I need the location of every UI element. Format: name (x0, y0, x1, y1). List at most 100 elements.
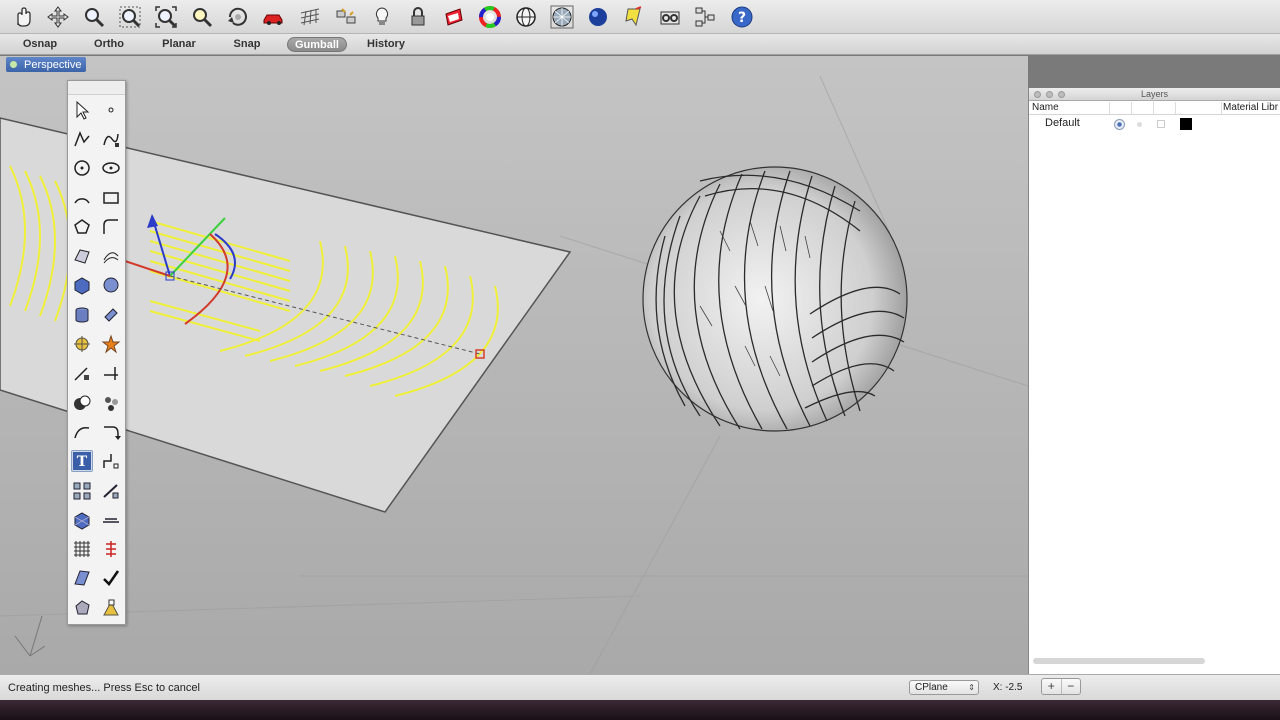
viewport-title: Perspective (24, 58, 82, 71)
mode-ortho-button[interactable]: Ortho (87, 37, 131, 52)
hand-pan-button[interactable] (4, 2, 40, 32)
remove-layer-button[interactable]: − (1062, 679, 1081, 694)
surface-tool-button[interactable] (71, 245, 93, 267)
contour-tool-button[interactable] (100, 538, 122, 560)
ellipse-tool-button[interactable] (100, 157, 122, 179)
extrude-tool-button[interactable] (100, 304, 122, 326)
polygon-tool-button[interactable] (71, 216, 93, 238)
layer-color-swatch[interactable] (1180, 118, 1192, 130)
rectangle-tool-button[interactable] (100, 187, 122, 209)
analysis-tool-button[interactable] (100, 392, 122, 414)
palette-row (68, 388, 125, 417)
layers-column-name: Name (1032, 102, 1059, 113)
layer-row[interactable]: Default (1029, 116, 1280, 132)
mode-osnap-button[interactable]: Osnap (18, 37, 62, 52)
circle-icon (74, 160, 90, 176)
trim-icon (74, 367, 90, 381)
point-tool-button[interactable] (100, 99, 122, 121)
polyline-tool-button[interactable] (71, 128, 93, 150)
palette-grip[interactable] (68, 81, 125, 95)
fillet-tool-button[interactable] (100, 216, 122, 238)
car-button[interactable] (256, 2, 292, 32)
mode-snap-button[interactable]: Snap (228, 37, 266, 52)
render-mesh-button[interactable] (544, 2, 580, 32)
check-icon (102, 570, 119, 587)
render-mesh-icon (550, 5, 574, 28)
grid-array-tool-button[interactable] (71, 538, 93, 560)
check-tool-button[interactable] (100, 567, 122, 589)
move-arrows-button[interactable] (40, 2, 76, 32)
layers-titlebar: Layers (1029, 88, 1280, 101)
material-library-tab[interactable]: Material Libr (1223, 101, 1278, 115)
dimension-tool-button[interactable] (100, 450, 122, 472)
select-arrow-tool-button[interactable] (71, 99, 93, 121)
viewport-scene[interactable] (0, 56, 1028, 674)
zoom-dot[interactable] (1058, 91, 1065, 98)
sweep-icon (103, 426, 121, 440)
boolean-tool-button[interactable] (71, 392, 93, 414)
array-tool-button[interactable] (71, 480, 93, 502)
cplane-value: CPlane (915, 682, 948, 693)
visibility-icon[interactable] (1137, 122, 1142, 127)
solid-edit-tool-button[interactable] (71, 567, 93, 589)
cylinder-tool-button[interactable] (71, 304, 93, 326)
zoom-selected-button[interactable] (184, 2, 220, 32)
render-solid-tool-button[interactable] (71, 597, 93, 619)
lock-toggle-icon[interactable] (1157, 120, 1165, 128)
lock-button[interactable] (400, 2, 436, 32)
curve-offset-tool-button[interactable] (71, 421, 93, 443)
box-solid-tool-button[interactable] (71, 274, 93, 296)
explode-tool-button[interactable] (100, 333, 122, 355)
network-button[interactable] (688, 2, 724, 32)
sphere-tool-button[interactable] (100, 274, 122, 296)
palette-row (68, 534, 125, 563)
split-icon (103, 367, 118, 381)
layers-horizontal-scrollbar[interactable] (1033, 658, 1279, 664)
circle-tool-button[interactable] (71, 157, 93, 179)
viewport-title-tab[interactable]: Perspective (6, 57, 86, 72)
layer-button[interactable] (436, 2, 472, 32)
grid-button[interactable] (292, 2, 328, 32)
split-tool-button[interactable] (100, 362, 122, 384)
named-views-button[interactable] (328, 2, 364, 32)
text-tool-button[interactable]: T (71, 450, 94, 473)
color-wheel-button[interactable] (472, 2, 508, 32)
sphere-render-button[interactable] (580, 2, 616, 32)
mode-history-button[interactable]: History (362, 37, 410, 52)
mode-gumball-button[interactable]: Gumball (287, 37, 347, 52)
bookmark-button[interactable] (616, 2, 652, 32)
globe-wireframe-button[interactable] (508, 2, 544, 32)
gear-puzzle-button[interactable] (652, 2, 688, 32)
current-layer-radio-icon[interactable] (1114, 119, 1125, 130)
perspective-viewport[interactable]: Perspective T (0, 56, 1028, 674)
loft-tool-button[interactable] (100, 245, 122, 267)
section-tool-button[interactable] (100, 509, 122, 531)
cplane-select[interactable]: CPlane ⇕ (909, 680, 979, 695)
mesh-tool-button[interactable] (71, 509, 93, 531)
rotate-view-button[interactable] (220, 2, 256, 32)
material-tool-button[interactable] (100, 597, 122, 619)
status-message: Creating meshes... Press Esc to cancel (8, 682, 200, 694)
help-button[interactable]: ? (724, 2, 760, 32)
contour-icon (105, 541, 116, 558)
transform-tool-button[interactable] (71, 333, 93, 355)
layer-icon (445, 7, 463, 26)
minimize-dot[interactable] (1046, 91, 1053, 98)
box-solid-icon (74, 277, 90, 295)
edit-points-tool-button[interactable] (100, 480, 122, 502)
zoom-button[interactable] (76, 2, 112, 32)
arc-tool-button[interactable] (71, 187, 93, 209)
layers-panel: Layers Name Material Libr Default (1028, 88, 1280, 674)
rectangle-icon (103, 191, 119, 204)
rib-sphere-object[interactable] (642, 166, 908, 432)
trim-tool-button[interactable] (71, 362, 93, 384)
sweep-tool-button[interactable] (100, 421, 122, 443)
close-dot[interactable] (1034, 91, 1041, 98)
lightbulb-button[interactable] (364, 2, 400, 32)
cylinder-icon (75, 307, 89, 323)
zoom-window-button[interactable] (112, 2, 148, 32)
curve-tool-button[interactable] (100, 128, 122, 150)
add-layer-button[interactable]: + (1042, 679, 1062, 694)
zoom-extents-button[interactable] (148, 2, 184, 32)
mode-planar-button[interactable]: Planar (157, 37, 201, 52)
